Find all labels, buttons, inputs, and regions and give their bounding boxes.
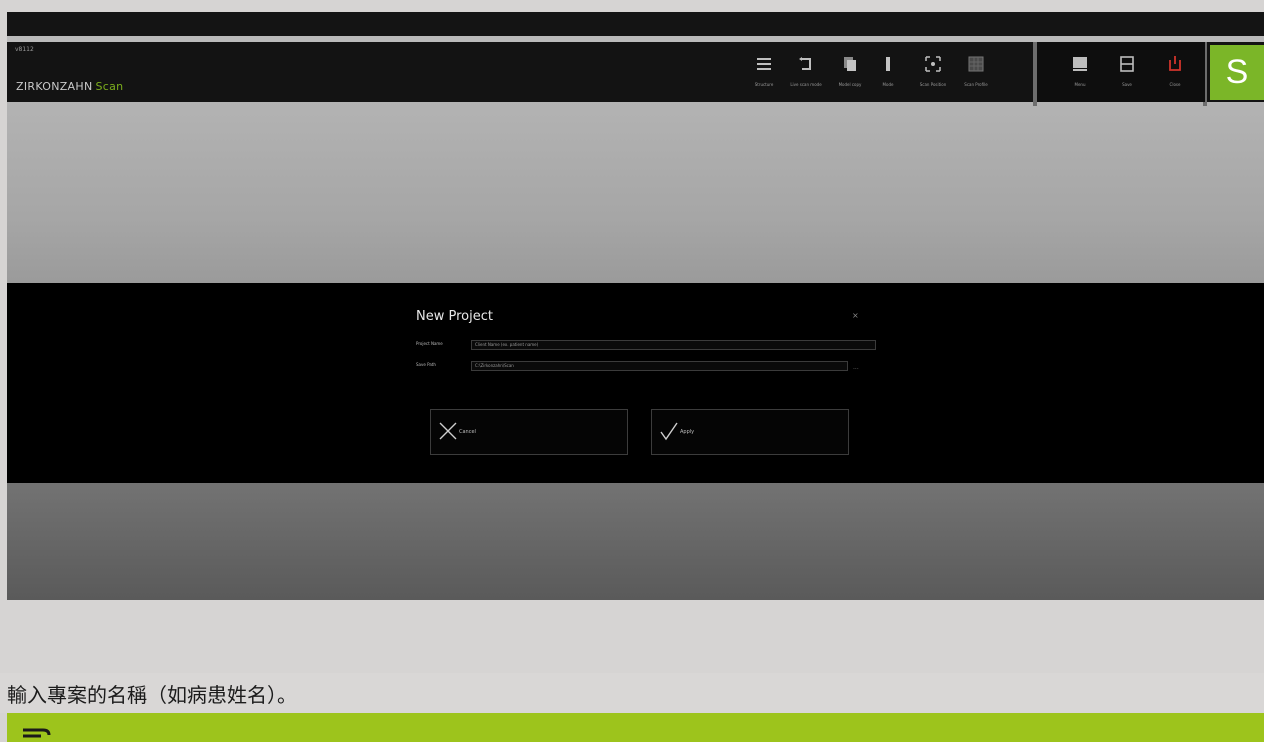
toolbar-menu-button[interactable]: Menu: [1059, 52, 1101, 94]
instruction-caption: 輸入專案的名稱（如病患姓名）。: [0, 673, 1264, 713]
brand-logo: ZIRKONZAHN Scan: [16, 80, 123, 93]
right-toolbar: Menu Save Close: [1037, 42, 1205, 102]
power-icon: [1169, 56, 1181, 71]
crosshair-icon: [925, 56, 941, 72]
toolbar-scan-profile-button[interactable]: Scan Profile: [955, 52, 997, 94]
close-icon: [439, 422, 457, 440]
scan-start-button[interactable]: S: [1210, 45, 1264, 100]
save-path-label: Save Path: [416, 362, 436, 367]
cancel-button[interactable]: Cancel: [430, 409, 628, 455]
project-name-label: Project Name: [416, 341, 443, 346]
toolbar-close-button[interactable]: Close: [1154, 52, 1196, 94]
toolbar-structure-button[interactable]: Structure: [743, 52, 785, 94]
window-top-strip: [7, 12, 1264, 36]
toolbar-label: Close: [1169, 82, 1181, 87]
toolbar-mode-button[interactable]: Mode: [867, 52, 909, 94]
new-project-dialog: New Project × Project Name Client Name (…: [7, 283, 1264, 483]
dialog-close-button[interactable]: ×: [852, 311, 859, 320]
project-name-field[interactable]: Client Name (ex. patient name): [471, 340, 876, 350]
brand-primary: ZIRKONZAHN: [16, 80, 93, 93]
toolbar-live-scan-button[interactable]: Live scan mode: [785, 52, 827, 94]
check-icon: [660, 422, 678, 441]
footer-bar: [7, 713, 1264, 742]
copy-icon: [844, 57, 856, 71]
grid-icon: [968, 56, 984, 72]
apply-button[interactable]: Apply: [651, 409, 849, 455]
toolbar-label: Scan Profile: [964, 82, 988, 87]
toolbar-save-button[interactable]: Save: [1106, 52, 1148, 94]
monitor-icon: [1073, 57, 1087, 71]
version-label: v8112: [15, 46, 34, 53]
brand-mark-icon: [23, 728, 51, 738]
bar-icon: [886, 57, 890, 71]
caption-text: 輸入專案的名稱（如病患姓名）。: [7, 683, 297, 707]
cancel-label: Cancel: [459, 429, 476, 435]
list-icon: [757, 58, 771, 70]
apply-label: Apply: [680, 429, 695, 435]
app-screen: v8112 ZIRKONZAHN Scan Structure Live scan…: [7, 12, 1264, 600]
dialog-title: New Project: [416, 309, 493, 324]
save-icon: [1120, 56, 1134, 72]
undo-icon: [799, 57, 811, 70]
save-path-field[interactable]: C:\Zirkonzahn\Scan: [471, 361, 848, 371]
toolbar-scan-position-button[interactable]: Scan Position: [912, 52, 954, 94]
browse-button[interactable]: ...: [853, 364, 859, 371]
toolbar-model-copy-button[interactable]: Model copy: [829, 52, 871, 94]
brand-secondary: Scan: [95, 80, 124, 93]
